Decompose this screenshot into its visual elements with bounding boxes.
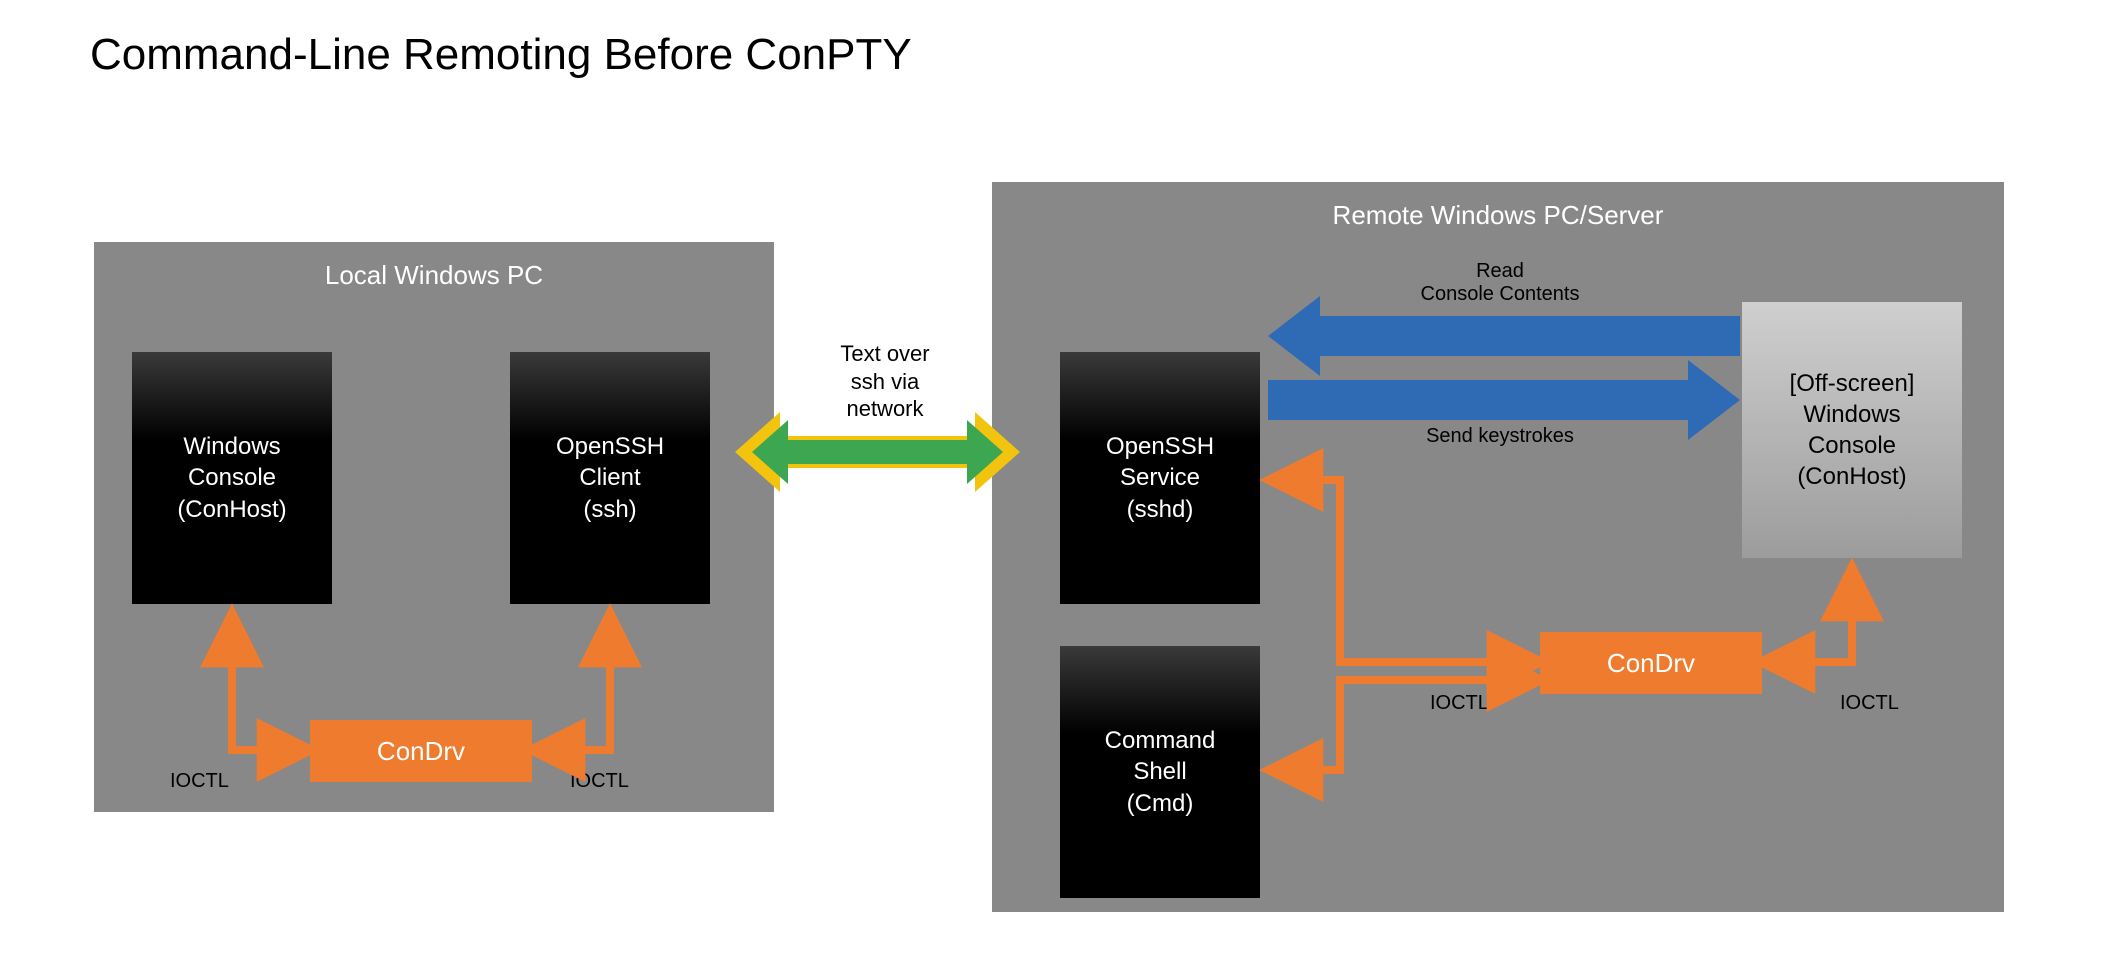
label-ioctl-remote-right: IOCTL [1840,692,1899,715]
box-offscreen-console: [Off-screen] Windows Console (ConHost) [1742,302,1962,558]
remote-panel-title: Remote Windows PC/Server [992,200,2004,231]
label-read-console: Read Console Contents [1330,260,1670,306]
box-command-shell: Command Shell (Cmd) [1060,646,1260,898]
label-ioctl-local-right: IOCTL [570,770,629,793]
label-send-keystrokes: Send keystrokes [1330,425,1670,448]
box-windows-console: Windows Console (ConHost) [132,352,332,604]
box-condrv-remote: ConDrv [1540,632,1762,694]
label-ioctl-local-left: IOCTL [170,770,229,793]
local-panel-title: Local Windows PC [94,260,774,291]
label-network: Text over ssh via network [800,340,970,423]
box-openssh-service: OpenSSH Service (sshd) [1060,352,1260,604]
box-condrv-local: ConDrv [310,720,532,782]
label-ioctl-remote-left: IOCTL [1430,692,1489,715]
diagram-title: Command-Line Remoting Before ConPTY [90,30,912,80]
box-openssh-client: OpenSSH Client (ssh) [510,352,710,604]
